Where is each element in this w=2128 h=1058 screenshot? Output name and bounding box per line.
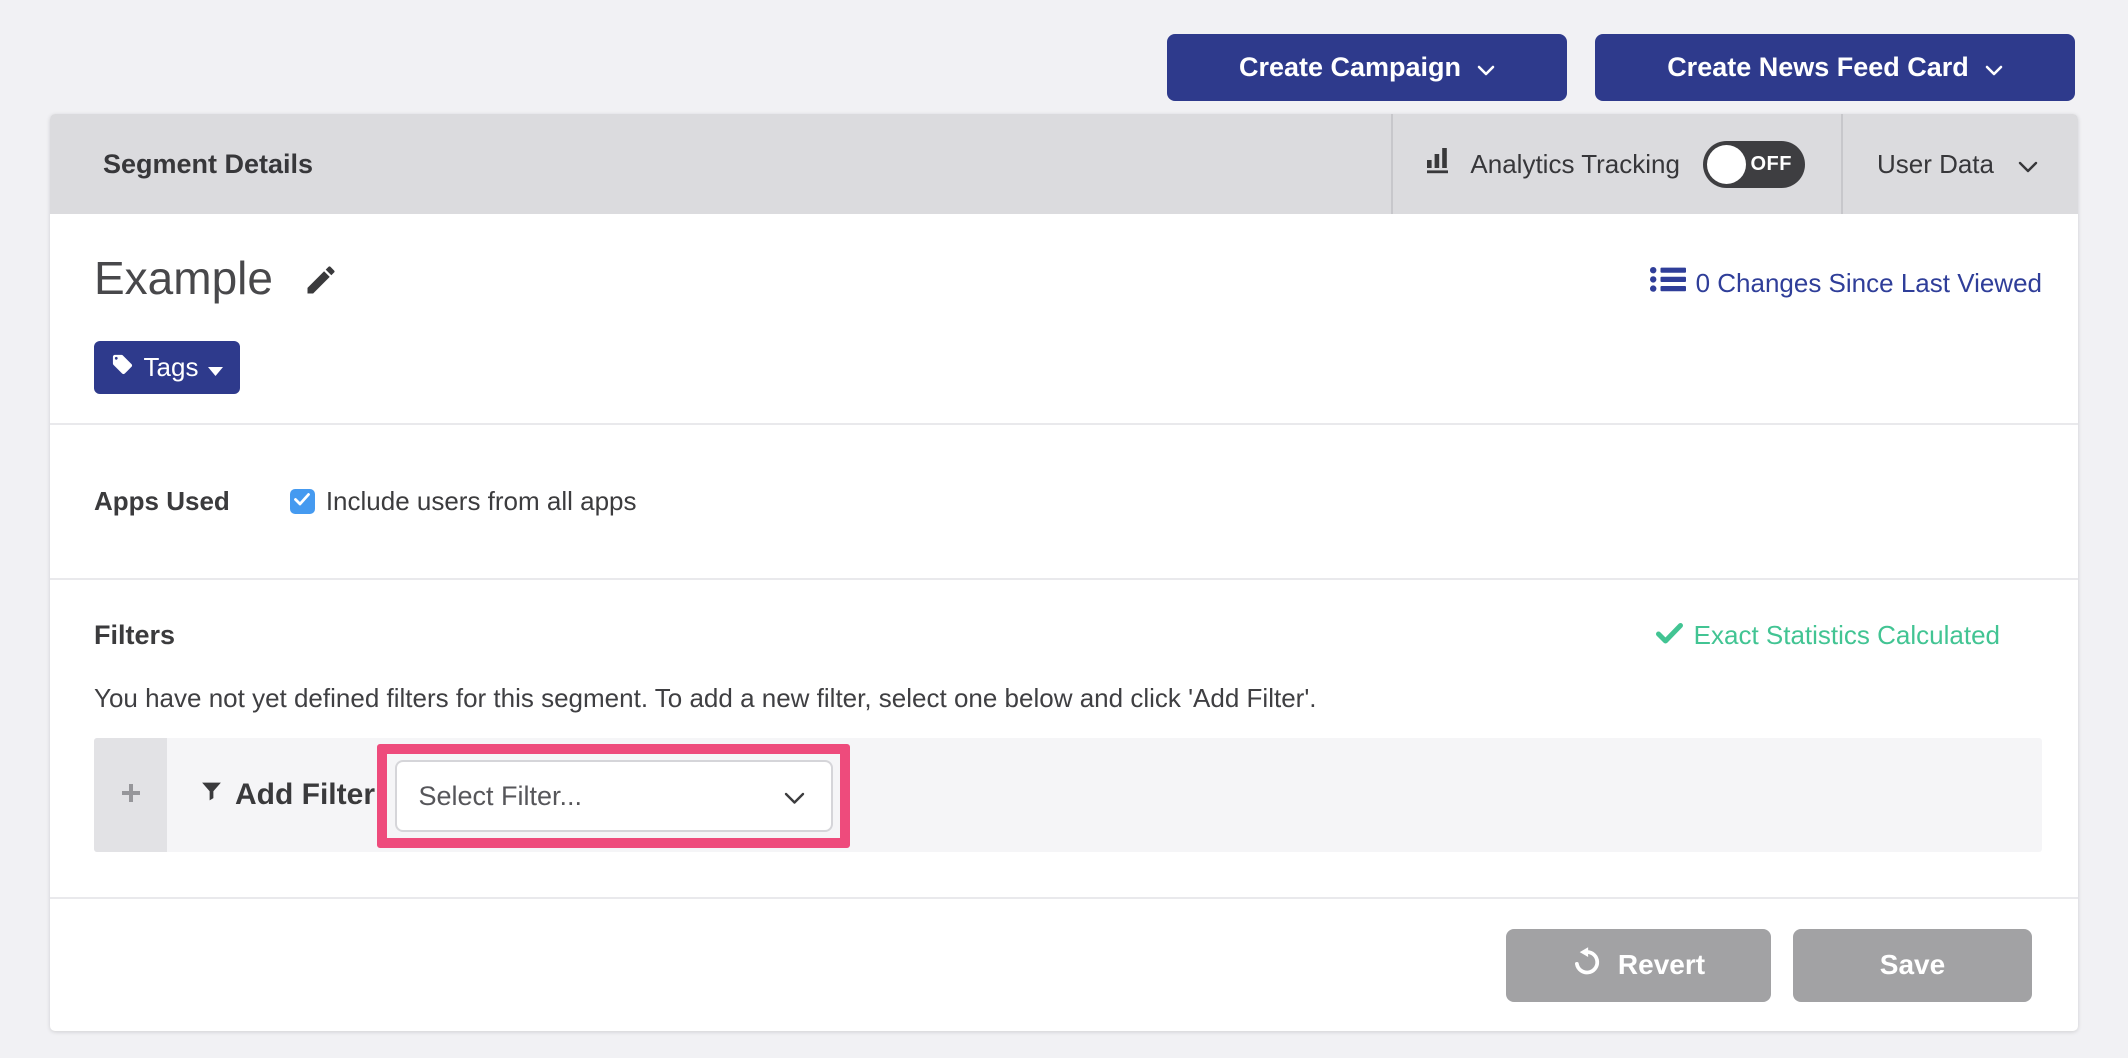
add-filter-row: Add Filter Select Filter... xyxy=(94,738,2042,852)
filters-empty-message: You have not yet defined filters for thi… xyxy=(94,683,2042,714)
tags-button-label: Tags xyxy=(144,352,199,383)
page-title: Segment Details xyxy=(103,149,1391,180)
chevron-down-icon xyxy=(2018,149,2038,180)
revert-icon xyxy=(1572,947,1602,984)
filters-heading: Filters xyxy=(94,620,175,651)
revert-button[interactable]: Revert xyxy=(1506,929,1771,1002)
add-filter-plus-button[interactable] xyxy=(94,738,167,852)
filter-select-value: Select Filter... xyxy=(419,781,583,812)
chevron-down-icon xyxy=(1477,52,1495,83)
exact-statistics-label: Exact Statistics Calculated xyxy=(1694,620,2000,651)
check-icon xyxy=(294,493,310,511)
changes-since-last-viewed-link[interactable]: 0 Changes Since Last Viewed xyxy=(1650,266,2042,300)
apps-used-section: Apps Used Include users from all apps xyxy=(50,423,2078,578)
card-footer: Revert Save xyxy=(50,897,2078,1031)
chevron-down-icon xyxy=(1985,52,2003,83)
analytics-tracking-label: Analytics Tracking xyxy=(1470,149,1680,180)
toggle-state-label: OFF xyxy=(1750,153,1792,176)
create-news-feed-card-button[interactable]: Create News Feed Card xyxy=(1595,34,2075,101)
analytics-tracking-section: Analytics Tracking OFF xyxy=(1393,141,1841,188)
filters-section: Filters Exact Statistics Calculated You … xyxy=(50,578,2078,897)
plus-icon xyxy=(120,782,142,809)
chevron-down-icon xyxy=(784,781,805,812)
exact-statistics-status: Exact Statistics Calculated xyxy=(1656,620,2000,651)
toggle-knob xyxy=(1707,145,1746,184)
pencil-icon xyxy=(303,286,339,301)
user-data-label: User Data xyxy=(1877,149,1994,180)
caret-down-icon xyxy=(208,352,223,383)
changes-link-label: 0 Changes Since Last Viewed xyxy=(1696,268,2042,299)
add-filter-label: Add Filter xyxy=(235,778,375,812)
include-all-apps-checkbox[interactable] xyxy=(290,489,315,514)
segment-title-section: Example 0 Changes Since Last Viewed xyxy=(50,214,2078,423)
list-icon xyxy=(1650,266,1686,300)
check-icon xyxy=(1656,620,1683,651)
user-data-dropdown[interactable]: User Data xyxy=(1843,149,2078,180)
apps-used-label: Apps Used xyxy=(94,486,230,517)
funnel-icon xyxy=(199,778,224,812)
save-button[interactable]: Save xyxy=(1793,929,2032,1002)
bar-chart-icon xyxy=(1425,147,1455,181)
create-campaign-label: Create Campaign xyxy=(1239,52,1461,83)
card-header: Segment Details Analytics Tracking OFF U… xyxy=(50,114,2078,214)
tag-icon xyxy=(111,352,134,383)
segment-name: Example xyxy=(94,252,273,305)
annotation-highlight-box: Select Filter... xyxy=(377,744,850,848)
segment-details-card: Segment Details Analytics Tracking OFF U… xyxy=(50,114,2078,1031)
tags-button[interactable]: Tags xyxy=(94,341,240,394)
edit-name-button[interactable] xyxy=(303,262,339,301)
create-campaign-button[interactable]: Create Campaign xyxy=(1167,34,1567,101)
create-news-feed-card-label: Create News Feed Card xyxy=(1667,52,1969,83)
include-all-apps-label: Include users from all apps xyxy=(326,486,637,517)
analytics-tracking-toggle[interactable]: OFF xyxy=(1703,141,1805,188)
save-button-label: Save xyxy=(1880,949,1945,981)
add-filter-label-group: Add Filter xyxy=(199,778,375,812)
filter-select-dropdown[interactable]: Select Filter... xyxy=(395,760,833,832)
revert-button-label: Revert xyxy=(1618,949,1705,981)
